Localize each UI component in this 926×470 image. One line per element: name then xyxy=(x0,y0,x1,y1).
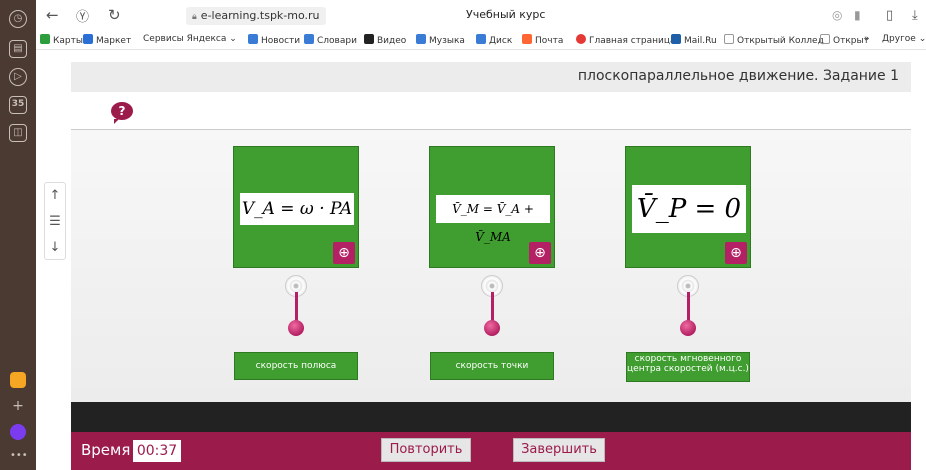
news-icon xyxy=(248,34,258,44)
finish-button[interactable]: Завершить xyxy=(513,438,605,462)
add-icon[interactable]: + xyxy=(10,398,26,414)
bookmark-icon[interactable]: ▮ xyxy=(854,8,861,22)
bookmark-item[interactable]: Музыка xyxy=(416,34,465,46)
lesson-frame: плоскопараллельное движение. Задание 1 ?… xyxy=(71,62,911,470)
dictionary-icon xyxy=(304,34,314,44)
connector-handle[interactable] xyxy=(680,320,696,336)
bookmark-item[interactable]: Сервисы Яндекса ⌄ xyxy=(143,34,237,44)
zoom-icon[interactable]: ⊕ xyxy=(529,242,551,264)
bookmark-item[interactable]: Главная страница xyxy=(576,34,676,46)
zoom-icon[interactable]: ⊕ xyxy=(333,242,355,264)
scroll-tools: ↑ ☰ ↓ xyxy=(44,182,66,260)
history-icon[interactable]: ◷ xyxy=(9,10,27,28)
timer-value: 00:37 xyxy=(133,440,181,462)
page-icon xyxy=(820,34,830,44)
reload-icon[interactable]: ↻ xyxy=(108,6,121,24)
lock-icon: 🔒︎ xyxy=(192,12,197,22)
bookmark-item[interactable]: Видео xyxy=(364,34,406,46)
video-icon xyxy=(364,34,374,44)
page-content: ↑ ☰ ↓ плоскопараллельное движение. Задан… xyxy=(36,50,926,470)
mail-icon[interactable] xyxy=(10,372,26,388)
zoom-icon[interactable]: ⊕ xyxy=(725,242,747,264)
bookmarks-other[interactable]: Другое ⌄ xyxy=(882,34,926,44)
browser-sidebar: ◷ ▤ ▷ 35 ◫ + ••• xyxy=(0,0,36,470)
alice-icon[interactable] xyxy=(10,424,26,440)
bookmark-item[interactable]: Карты xyxy=(40,34,83,46)
page-tab-title: Учебный курс xyxy=(466,8,546,21)
formula-image: V̄_P = 0 xyxy=(632,185,746,233)
protect-icon[interactable]: ◎ xyxy=(832,8,842,22)
back-icon[interactable]: ← xyxy=(46,6,59,24)
bookmark-item[interactable]: Новости xyxy=(248,34,300,46)
disk-icon xyxy=(476,34,486,44)
collections-icon[interactable]: ▤ xyxy=(9,40,27,58)
home-icon xyxy=(576,34,586,44)
more-icon[interactable]: ••• xyxy=(10,450,28,466)
market-icon xyxy=(83,34,93,44)
download-icon[interactable]: ⤓ xyxy=(912,8,918,23)
mail-bookmark-icon xyxy=(522,34,532,44)
status-band xyxy=(71,402,911,432)
yandex-icon[interactable]: Ⓨ xyxy=(76,6,89,25)
address-text: e-learning.tspk-mo.ru xyxy=(200,9,320,22)
connector-stem xyxy=(295,292,298,322)
bookmark-item[interactable]: Словари xyxy=(304,34,357,46)
arrow-down-icon[interactable]: ↓ xyxy=(45,235,65,261)
repeat-button[interactable]: Повторить xyxy=(381,438,471,462)
zen-icon[interactable]: ▷ xyxy=(9,68,27,86)
answer-label[interactable]: скорость мгновенного центра скоростей (м… xyxy=(626,352,750,382)
bookmarks-bar: Карты Маркет Сервисы Яндекса ⌄ Новости С… xyxy=(36,30,926,50)
calendar-icon[interactable]: 35 xyxy=(9,96,27,114)
bookmarks-overflow[interactable]: » xyxy=(864,34,870,44)
browser-toolbar: ← Ⓨ ↻ 🔒︎ e-learning.tspk-mo.ru Учебный ку… xyxy=(36,0,926,30)
page-icon xyxy=(724,34,734,44)
arrow-up-icon[interactable]: ↑ xyxy=(45,183,65,209)
menu-icon[interactable]: ☰ xyxy=(45,209,65,235)
bookmark-item[interactable]: Маркет xyxy=(83,34,131,46)
matching-stage: V_A = ω · PA ⊕ скорость полюса V̄_M = V̄… xyxy=(71,130,911,402)
formula-image: V̄_M = V̄_A + V̄_MA xyxy=(436,195,550,244)
lesson-controls: Время 00:37 Повторить Завершить xyxy=(71,432,911,470)
connector-handle[interactable] xyxy=(288,320,304,336)
bookmark-item[interactable]: Открыт xyxy=(820,34,869,46)
reader-icon[interactable]: ▯ xyxy=(886,8,893,23)
formula-card[interactable]: V̄_P = 0 ⊕ xyxy=(625,146,751,268)
formula-card[interactable]: V_A = ω · PA ⊕ xyxy=(233,146,359,268)
formula-image: V_A = ω · PA xyxy=(240,193,354,225)
connector-stem xyxy=(687,292,690,322)
answer-label[interactable]: скорость точки xyxy=(430,352,554,380)
address-bar[interactable]: 🔒︎ e-learning.tspk-mo.ru xyxy=(186,7,326,25)
music-icon xyxy=(416,34,426,44)
notes-icon[interactable]: ◫ xyxy=(9,124,27,142)
lesson-header: плоскопараллельное движение. Задание 1 xyxy=(71,62,911,92)
bookmark-item[interactable]: Диск xyxy=(476,34,512,46)
bookmark-item[interactable]: Mail.Ru xyxy=(671,34,717,46)
help-icon[interactable]: ? xyxy=(111,102,133,124)
time-label: Время xyxy=(81,441,131,459)
answer-label[interactable]: скорость полюса xyxy=(234,352,358,380)
formula-card[interactable]: V̄_M = V̄_A + V̄_MA ⊕ xyxy=(429,146,555,268)
connector-handle[interactable] xyxy=(484,320,500,336)
lesson-title: плоскопараллельное движение. Задание 1 xyxy=(577,68,899,84)
mailru-icon xyxy=(671,34,681,44)
browser-window: ◷ ▤ ▷ 35 ◫ + ••• ← Ⓨ ↻ 🔒︎ e-learning.tspk… xyxy=(0,0,926,470)
connector-stem xyxy=(491,292,494,322)
bookmark-item[interactable]: Почта xyxy=(522,34,563,46)
maps-icon xyxy=(40,34,50,44)
bookmark-item[interactable]: Открытый Коллед xyxy=(724,34,824,46)
